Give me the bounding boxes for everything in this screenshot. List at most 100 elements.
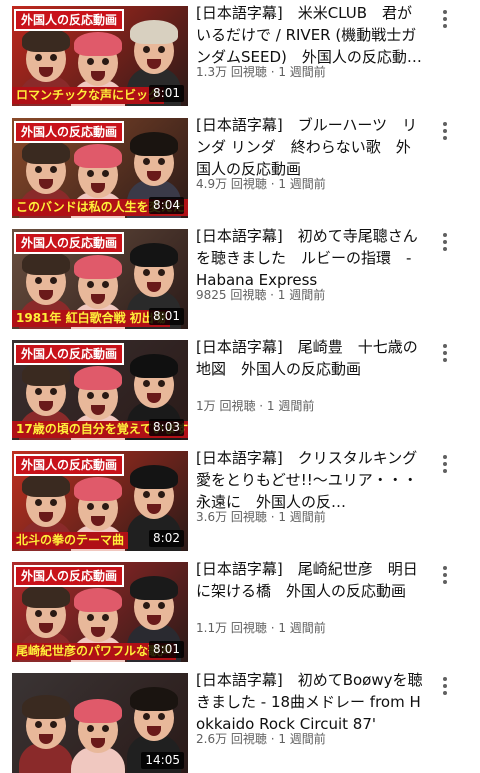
hair xyxy=(130,132,178,156)
mouth xyxy=(147,615,161,625)
video-item[interactable]: 外国人の反応動画 このバンドは私の人生を変えた 8:04 [日本語字幕] ブルーハーツ… xyxy=(0,116,480,218)
reactor-face xyxy=(74,32,122,86)
mouth xyxy=(91,405,105,415)
video-thumbnail[interactable]: 外国人の反応動画 ロマンチックな声にビック 8:01 xyxy=(12,6,188,106)
eye xyxy=(158,713,165,720)
video-item[interactable]: 外国人の反応動画 17歳の頃の自分を覚えていますか? 8:03 [日本語字幕] 尾崎豊… xyxy=(0,338,480,440)
eye xyxy=(143,269,150,276)
hair xyxy=(22,28,70,52)
video-duration: 8:01 xyxy=(149,641,184,658)
mouth xyxy=(147,59,161,69)
video-item[interactable]: 外国人の反応動画 ロマンチックな声にビック 8:01 [日本語字幕] 米米CLUB 君… xyxy=(0,4,480,106)
mouth xyxy=(147,171,161,181)
video-title[interactable]: [日本語字幕] クリスタルキング 愛をとりもどせ!!〜ユリア・・・永遠に 外国人… xyxy=(196,447,424,513)
menu-dot xyxy=(443,24,447,28)
video-meta: 4.9万 回視聴 · 1 週間前 xyxy=(196,177,326,191)
hair xyxy=(22,140,70,164)
mouth xyxy=(39,67,53,77)
mouth xyxy=(39,734,53,744)
video-meta: 2.6万 回視聴 · 1 週間前 xyxy=(196,732,326,746)
hair xyxy=(22,695,70,719)
menu-dot xyxy=(443,691,447,695)
eye xyxy=(158,491,165,498)
eye xyxy=(158,158,165,165)
reactor-face xyxy=(22,584,70,638)
reaction-badge: 外国人の反応動画 xyxy=(14,9,125,31)
video-meta: 1.3万 回視聴 · 1 週間前 xyxy=(196,65,326,79)
eye xyxy=(35,499,42,506)
reactor-face xyxy=(22,473,70,527)
menu-dot xyxy=(443,566,447,570)
more-options-icon[interactable] xyxy=(432,671,458,701)
eye xyxy=(143,602,150,609)
video-item[interactable]: 外国人の反応動画 尾崎紀世彦のパワフルな歌声 8:01 [日本語字幕] 尾崎紀世彦 明… xyxy=(0,560,480,662)
eye xyxy=(143,380,150,387)
eye xyxy=(87,503,94,510)
menu-dot xyxy=(443,240,447,244)
eye xyxy=(158,380,165,387)
eye xyxy=(102,503,109,510)
more-options-icon[interactable] xyxy=(432,560,458,590)
mouth xyxy=(39,623,53,633)
thumbnail-caption: 北斗の拳のテーマ曲 xyxy=(12,532,129,549)
reactor-face xyxy=(74,588,122,642)
video-thumbnail[interactable]: 外国人の反応動画 尾崎紀世彦のパワフルな歌声 8:01 xyxy=(12,562,188,662)
video-thumbnail[interactable]: 外国人の反応動画 このバンドは私の人生を変えた 8:04 xyxy=(12,118,188,218)
hair xyxy=(74,588,122,612)
more-options-icon[interactable] xyxy=(432,116,458,146)
more-options-icon[interactable] xyxy=(432,338,458,368)
video-meta: 1.1万 回視聴 · 1 週間前 xyxy=(196,621,326,635)
hair xyxy=(22,362,70,386)
reactor-face xyxy=(22,140,70,194)
eye xyxy=(102,725,109,732)
video-title[interactable]: [日本語字幕] 米米CLUB 君がいるだけで / RIVER (機動戦士ガンダム… xyxy=(196,2,424,68)
video-thumbnail[interactable]: 外国人の反応動画 1981年 紅白歌合戦 初出場 8:01 xyxy=(12,229,188,329)
hair xyxy=(130,354,178,378)
menu-dot xyxy=(443,677,447,681)
video-meta: 9825 回視聴 · 1 週間前 xyxy=(196,288,326,302)
hair xyxy=(22,473,70,497)
eye xyxy=(143,713,150,720)
mouth xyxy=(91,71,105,81)
more-options-icon[interactable] xyxy=(432,227,458,257)
video-duration: 8:03 xyxy=(149,419,184,436)
video-item[interactable]: 14:05 [日本語字幕] 初めてBoøwyを聴きました - 18曲メドレー fr… xyxy=(0,671,480,773)
eye xyxy=(87,392,94,399)
video-title[interactable]: [日本語字幕] 初めてBoøwyを聴きました - 18曲メドレー from Ho… xyxy=(196,669,424,735)
eye xyxy=(50,54,57,61)
video-item[interactable]: 外国人の反応動画北斗の拳のテーマ曲 8:02 [日本語字幕] クリスタルキング 愛を… xyxy=(0,449,480,551)
eye xyxy=(158,46,165,53)
video-title[interactable]: [日本語字幕] ブルーハーツ リンダ リンダ 終わらない歌 外国人の反応動画 xyxy=(196,114,424,180)
video-item[interactable]: 外国人の反応動画 1981年 紅白歌合戦 初出場 8:01 [日本語字幕] 初めて寺尾… xyxy=(0,227,480,329)
video-duration: 8:02 xyxy=(149,530,184,547)
reactor-face xyxy=(22,28,70,82)
reactor-face xyxy=(74,255,122,309)
hair xyxy=(74,32,122,56)
menu-dot xyxy=(443,17,447,21)
menu-dot xyxy=(443,10,447,14)
video-thumbnail[interactable]: 14:05 xyxy=(12,673,188,773)
video-title[interactable]: [日本語字幕] 尾崎紀世彦 明日に架ける橋 外国人の反応動画 xyxy=(196,558,424,602)
hair xyxy=(130,20,178,44)
video-title[interactable]: [日本語字幕] 初めて寺尾聰さんを聴きました ルビーの指環 - Habana E… xyxy=(196,225,424,291)
reactor-face xyxy=(130,465,178,519)
hair xyxy=(74,144,122,168)
hair xyxy=(130,576,178,600)
eye xyxy=(102,392,109,399)
reactor-face xyxy=(130,20,178,74)
menu-dot xyxy=(443,122,447,126)
more-options-icon[interactable] xyxy=(432,449,458,479)
eye xyxy=(35,388,42,395)
video-duration: 8:01 xyxy=(149,85,184,102)
mouth xyxy=(39,179,53,189)
reactor-face xyxy=(130,354,178,408)
video-thumbnail[interactable]: 外国人の反応動画北斗の拳のテーマ曲 8:02 xyxy=(12,451,188,551)
video-title[interactable]: [日本語字幕] 尾崎豊 十七歳の地図 外国人の反応動画 xyxy=(196,336,424,380)
video-thumbnail[interactable]: 外国人の反応動画 17歳の頃の自分を覚えていますか? 8:03 xyxy=(12,340,188,440)
reactor-face xyxy=(22,695,70,749)
more-options-icon[interactable] xyxy=(432,4,458,34)
hair xyxy=(74,699,122,723)
reaction-badge: 外国人の反応動画 xyxy=(14,454,125,476)
mouth xyxy=(91,183,105,193)
eye xyxy=(102,614,109,621)
